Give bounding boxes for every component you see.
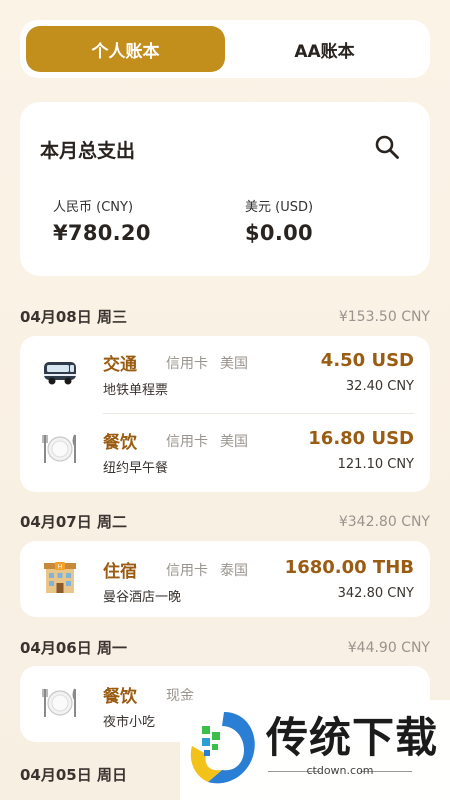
- tab-personal-ledger[interactable]: 个人账本: [26, 26, 225, 72]
- expense-description: 夜市小吃: [103, 715, 156, 730]
- day-date: 04月08日 周三: [20, 308, 127, 326]
- amount-cny: 342.80 CNY: [337, 586, 414, 601]
- watermark-logo: [190, 712, 255, 784]
- watermark-text: 传统下载: [266, 713, 439, 762]
- day-total: ¥153.50 CNY: [338, 308, 430, 325]
- day-header: 04月06日 周一 ¥44.90 CNY: [20, 637, 430, 658]
- payment-tag: 信用卡: [166, 356, 208, 372]
- amount-original: 1680.00 THB: [284, 557, 414, 578]
- payment-tag: 信用卡: [166, 434, 208, 450]
- expense-description: 纽约早午餐: [103, 461, 169, 476]
- expense-item[interactable]: 餐饮 信用卡 美国 纽约早午餐 16.80 USD 121.10 CNY: [20, 414, 430, 484]
- category-label: 交通: [103, 355, 137, 375]
- category-label: 餐饮: [103, 687, 137, 707]
- day-date: 04月05日 周日: [20, 766, 127, 784]
- category-label: 住宿: [103, 562, 137, 582]
- cny-value: ¥780.20: [53, 221, 151, 245]
- day-date: 04月07日 周二: [20, 513, 127, 531]
- payment-tag: 信用卡: [166, 563, 208, 579]
- plate-icon: [42, 434, 76, 463]
- plate-icon: [42, 688, 76, 717]
- tab-aa-ledger[interactable]: AA账本: [225, 26, 424, 72]
- cny-summary: 人民币 (CNY) ¥780.20: [53, 196, 151, 245]
- amount-cny: 32.40 CNY: [345, 379, 414, 394]
- usd-summary: 美元 (USD) $0.00: [245, 196, 313, 245]
- day-card: H 住宿 信用卡 泰国 曼谷酒店一晚 1680.00 THB 342.80 CN…: [20, 541, 430, 617]
- day-total: ¥342.80 CNY: [338, 513, 430, 530]
- amount-original: 4.50 USD: [320, 350, 414, 371]
- usd-label: 美元 (USD): [245, 200, 314, 215]
- watermark-url: ctdown.com: [306, 764, 374, 777]
- hotel-icon: H: [44, 562, 76, 593]
- expense-description: 地铁单程票: [103, 383, 169, 398]
- day-card: 交通 信用卡 美国 地铁单程票 4.50 USD 32.40 CNY 餐饮 信用…: [20, 336, 430, 492]
- site-watermark: 传统下载 ctdown.com: [180, 700, 450, 800]
- ledger-switch: 个人账本 AA账本: [20, 20, 430, 78]
- expense-item[interactable]: 交通 信用卡 美国 地铁单程票 4.50 USD 32.40 CNY: [20, 336, 430, 406]
- summary-title: 本月总支出: [40, 140, 136, 162]
- expense-description: 曼谷酒店一晚: [103, 590, 182, 605]
- day-total: ¥44.90 CNY: [347, 639, 430, 656]
- day-date: 04月06日 周一: [20, 639, 127, 657]
- day-header: 04月07日 周二 ¥342.80 CNY: [20, 511, 430, 532]
- cny-label: 人民币 (CNY): [53, 200, 134, 215]
- category-label: 餐饮: [103, 433, 137, 453]
- day-header: 04月08日 周三 ¥153.50 CNY: [20, 306, 430, 327]
- search-icon[interactable]: [374, 134, 400, 160]
- country-tag: 美国: [220, 356, 248, 372]
- country-tag: 美国: [220, 434, 248, 450]
- usd-value: $0.00: [245, 221, 313, 245]
- monthly-summary-card: 本月总支出 人民币 (CNY) ¥780.20 美元 (USD) $0.00: [20, 102, 430, 276]
- amount-original: 16.80 USD: [308, 428, 414, 449]
- amount-cny: 121.10 CNY: [337, 457, 414, 472]
- country-tag: 泰国: [220, 563, 248, 579]
- bus-icon: [44, 362, 76, 385]
- expense-item[interactable]: H 住宿 信用卡 泰国 曼谷酒店一晚 1680.00 THB 342.80 CN…: [20, 543, 430, 613]
- svg-text:H: H: [58, 564, 63, 571]
